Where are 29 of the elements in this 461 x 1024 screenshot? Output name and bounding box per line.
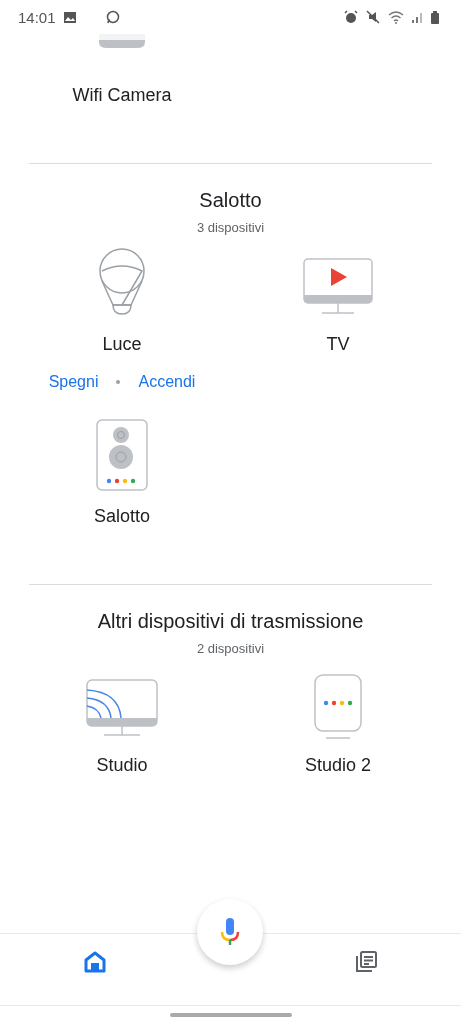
room-title: Altri dispositivi di trasmissione [96, 609, 365, 633]
action-link[interactable]: Spegni [48, 373, 99, 391]
signal-icon [412, 11, 423, 23]
feed-icon [355, 951, 377, 973]
microphone-icon [220, 918, 240, 946]
action-link[interactable]: Accendi [138, 373, 196, 391]
room-title: Salotto [198, 188, 263, 212]
device-name[interactable]: Salotto [93, 505, 150, 527]
device-name[interactable]: Studio [96, 754, 148, 776]
smart-display-icon [314, 674, 362, 740]
status-time: 14:01 [18, 8, 56, 26]
home-handle[interactable] [169, 1013, 292, 1017]
speaker-icon [96, 419, 148, 491]
image-icon [63, 11, 76, 23]
separator-dot [116, 380, 121, 384]
mute-icon [366, 10, 380, 24]
battery-icon [431, 10, 439, 24]
device-name[interactable]: TV [326, 333, 350, 355]
home-icon [84, 951, 106, 973]
alarm-icon [344, 10, 358, 24]
camera-icon [97, 34, 147, 50]
device-name[interactable]: Studio 2 [304, 754, 372, 776]
device-name[interactable]: Luce [102, 333, 142, 355]
device-count: 3 dispositivi [195, 220, 266, 235]
wifi-icon [388, 10, 404, 24]
device-count: 2 dispositivi [195, 641, 266, 656]
device-name[interactable]: Wifi Camera [72, 84, 172, 106]
chat-bubble-icon [105, 10, 120, 24]
microphone-button[interactable] [197, 899, 263, 965]
